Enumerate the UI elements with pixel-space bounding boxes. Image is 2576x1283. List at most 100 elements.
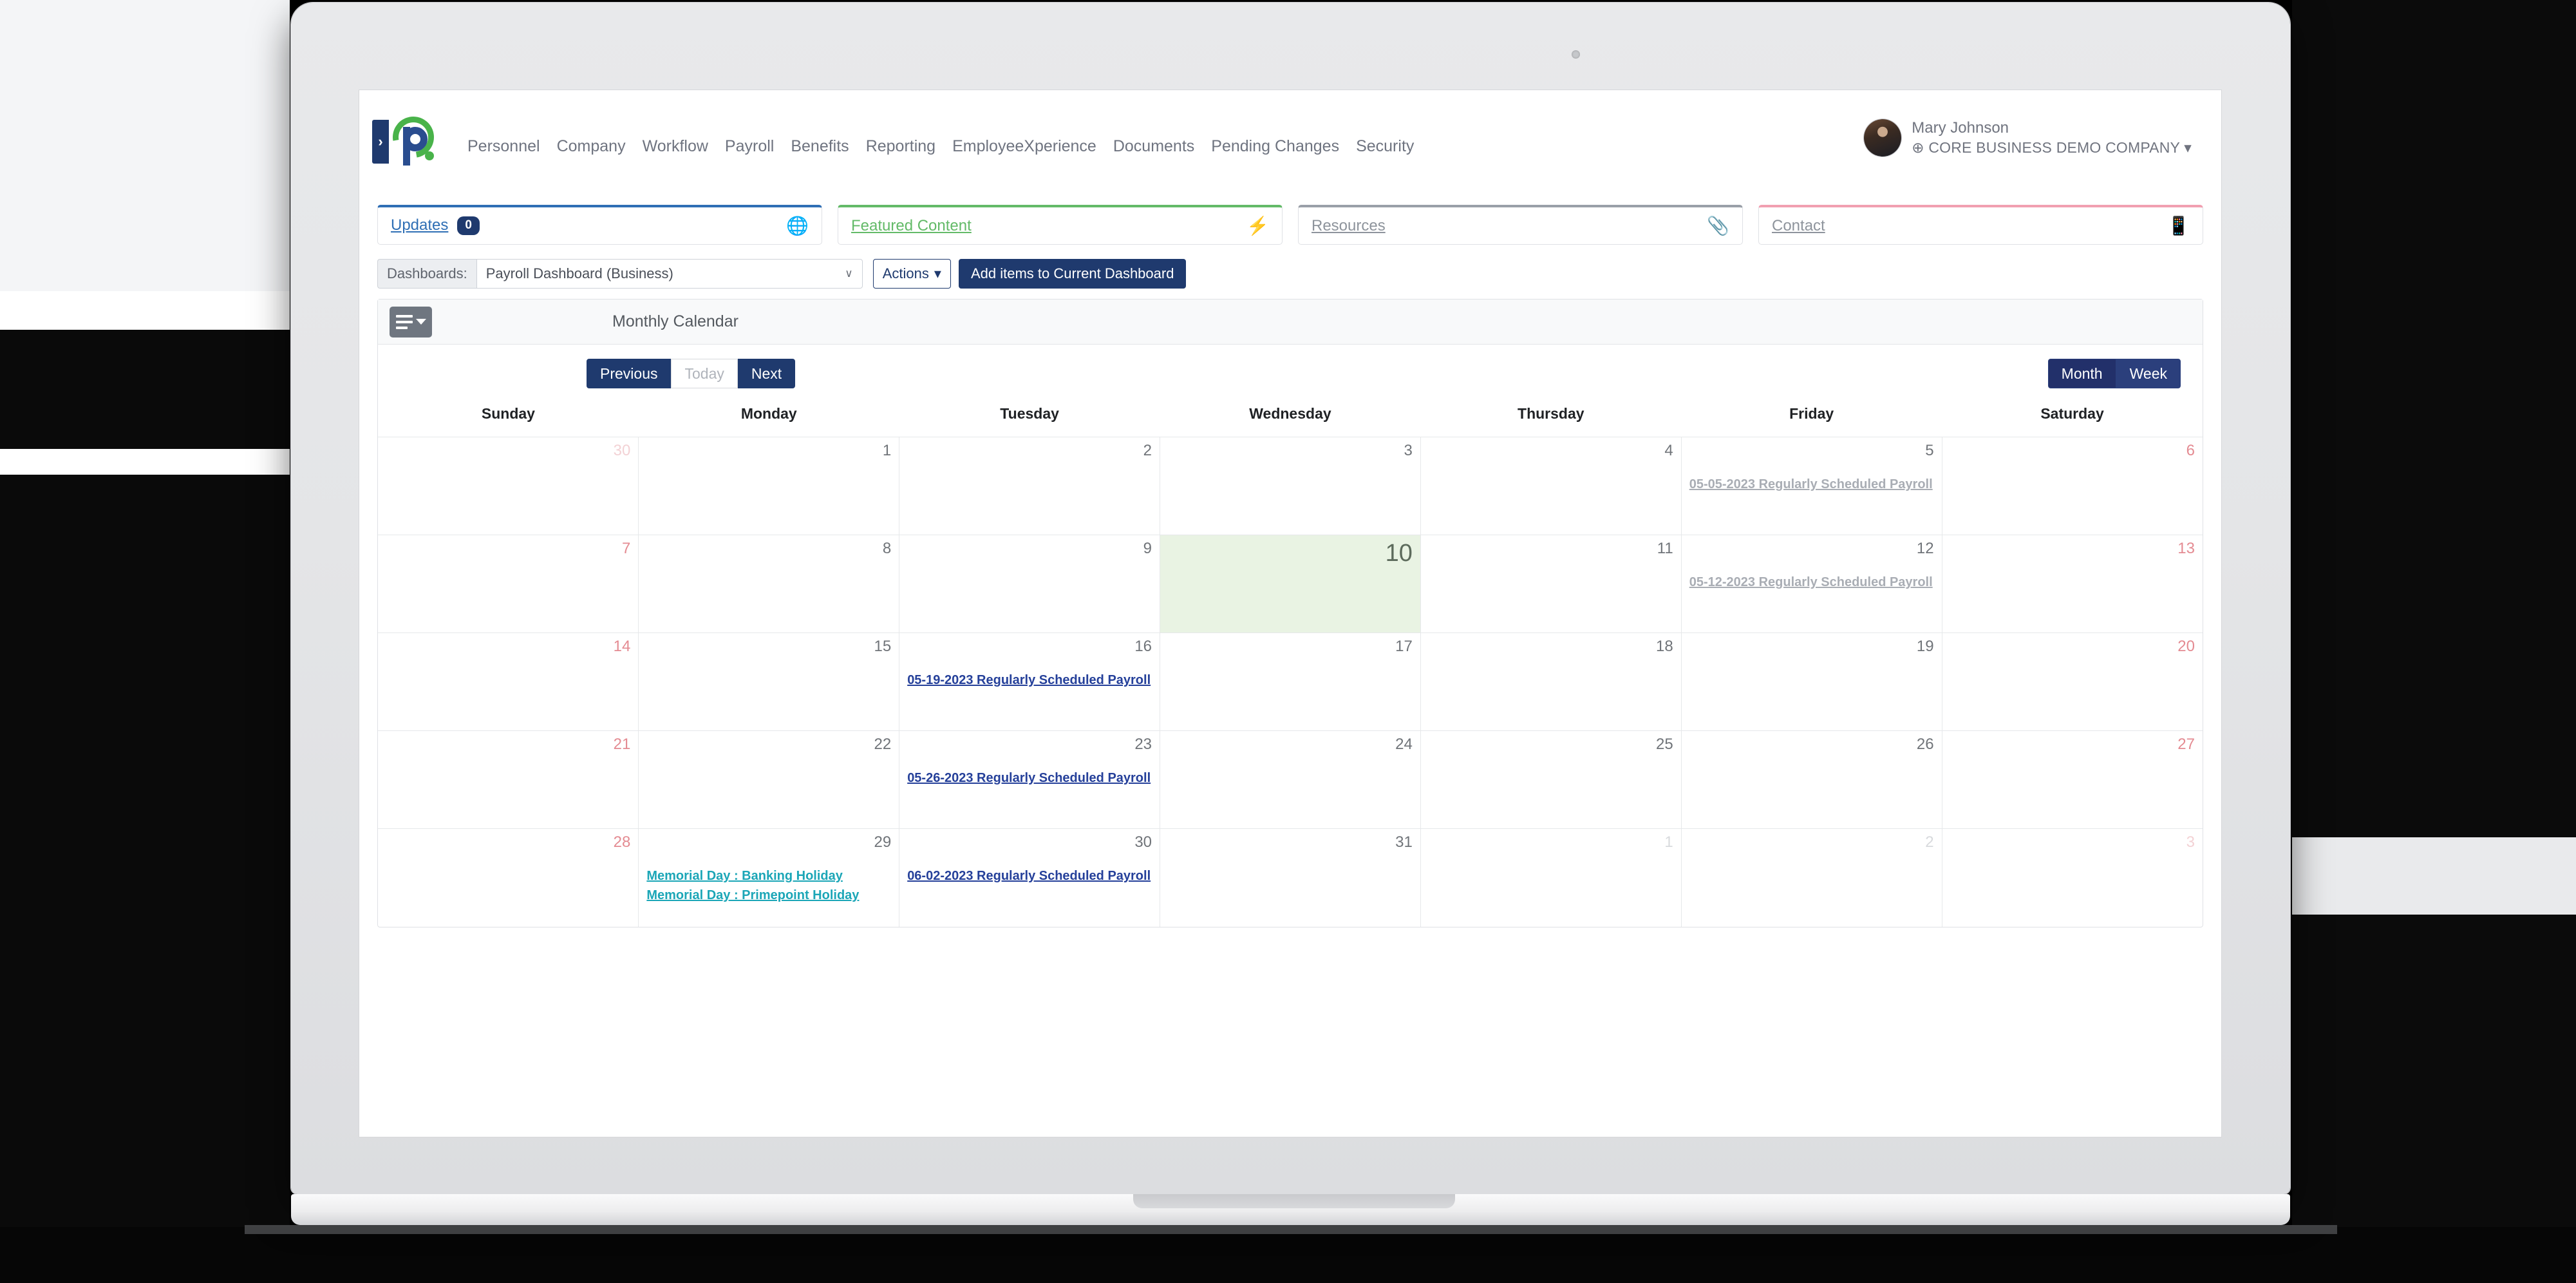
calendar-day-cell[interactable]: 22: [638, 730, 900, 829]
calendar-day-cell[interactable]: 15: [638, 632, 900, 731]
day-number: 8: [882, 540, 892, 557]
calendar-day-cell[interactable]: 5 05-05-2023 Regularly Scheduled Payroll: [1680, 437, 1942, 535]
nav-item-documents[interactable]: Documents: [1113, 137, 1194, 156]
panel-updates[interactable]: Updates 0 🌐: [377, 205, 822, 245]
calendar-day-cell[interactable]: 20: [1941, 632, 2203, 731]
calendar-day-cell[interactable]: 2: [899, 437, 1161, 535]
calendar-day-cell[interactable]: 24: [1160, 730, 1421, 829]
calendar-day-cell[interactable]: 19: [1680, 632, 1942, 731]
calendar-day-cell[interactable]: 18: [1420, 632, 1682, 731]
calendar-day-cell[interactable]: 30 06-02-2023 Regularly Scheduled Payroll: [899, 828, 1161, 927]
dashboard-select[interactable]: Payroll Dashboard (Business) ∨: [476, 259, 863, 289]
day-number: 17: [1395, 638, 1413, 655]
day-number: 5: [1925, 442, 1934, 459]
day-events: 05-12-2023 Regularly Scheduled Payroll: [1689, 574, 1934, 592]
background-band: [2292, 0, 2576, 837]
day-events: 05-19-2023 Regularly Scheduled Payroll: [907, 672, 1152, 690]
calendar-day-cell[interactable]: 13: [1941, 535, 2203, 633]
calendar-day-cell[interactable]: 8: [638, 535, 900, 633]
calendar-day-cell[interactable]: 3: [1160, 437, 1421, 535]
calendar-day-cell[interactable]: 27: [1941, 730, 2203, 829]
calendar-day-cell[interactable]: 11: [1420, 535, 1682, 633]
calendar-event-link[interactable]: 06-02-2023 Regularly Scheduled Payroll: [907, 868, 1152, 886]
calendar-day-cell[interactable]: 30: [378, 437, 639, 535]
panel-contact[interactable]: Contact 📱: [1758, 205, 2203, 245]
panel-contact-label: Contact: [1772, 216, 1825, 234]
nav-item-benefits[interactable]: Benefits: [791, 137, 849, 156]
week-view-button[interactable]: Week: [2116, 359, 2181, 388]
nav-item-payroll[interactable]: Payroll: [725, 137, 774, 156]
background-band: [0, 1227, 2576, 1283]
calendar-day-cell[interactable]: 2: [1680, 828, 1942, 927]
user-menu[interactable]: Mary Johnson ⊕ CORE BUSINESS DEMO COMPAN…: [1864, 119, 2192, 157]
calendar-day-cell[interactable]: 28: [378, 828, 639, 927]
calendar-day-cell[interactable]: 23 05-26-2023 Regularly Scheduled Payroll: [899, 730, 1161, 829]
calendar-event-link[interactable]: 05-26-2023 Regularly Scheduled Payroll: [907, 770, 1152, 788]
day-number: 31: [1395, 833, 1413, 851]
chevron-down-icon: [415, 319, 426, 325]
nav-item-reporting[interactable]: Reporting: [866, 137, 935, 156]
previous-button[interactable]: Previous: [587, 359, 672, 388]
nav-item-pending-changes[interactable]: Pending Changes: [1211, 137, 1339, 156]
calendar-day-cell[interactable]: 6: [1941, 437, 2203, 535]
logo-mark-icon: [384, 108, 442, 169]
calendar-body: 30 1 2 3 4 5 05-05-2023 Regularly Scheduled Pa…: [378, 437, 2203, 927]
day-number: 27: [2177, 736, 2195, 753]
panel-featured-content[interactable]: Featured Content ⚡: [838, 205, 1283, 245]
laptop-screen: › Personnel Company Workflow Payroll Ben…: [359, 90, 2221, 1137]
calendar-day-cell[interactable]: 14: [378, 632, 639, 731]
calendar-event-link[interactable]: 05-19-2023 Regularly Scheduled Payroll: [907, 672, 1152, 690]
dashboard-select-value: Payroll Dashboard (Business): [485, 265, 673, 281]
calendar-event-link[interactable]: Memorial Day : Primepoint Holiday: [646, 887, 891, 905]
lightning-icon: ⚡: [1246, 215, 1269, 236]
calendar-day-cell[interactable]: 4: [1420, 437, 1682, 535]
calendar-day-cell[interactable]: 17: [1160, 632, 1421, 731]
monthly-calendar-widget: Monthly Calendar Previous Today Next Mon…: [377, 299, 2203, 927]
calendar-day-cell[interactable]: 7: [378, 535, 639, 633]
list-menu-icon[interactable]: [390, 306, 432, 337]
main-nav: Personnel Company Workflow Payroll Benef…: [467, 137, 1414, 156]
calendar-day-cell[interactable]: 21: [378, 730, 639, 829]
day-number: 10: [1385, 540, 1413, 567]
day-header-tuesday: Tuesday: [1000, 405, 1059, 422]
chevron-down-icon: ▾: [2184, 138, 2192, 156]
calendar-header-row: Sunday Monday Tuesday Wednesday Thursday…: [378, 405, 2203, 437]
calendar-day-cell[interactable]: 31: [1160, 828, 1421, 927]
nav-item-employeexperience[interactable]: EmployeeXperience: [952, 137, 1096, 156]
day-number: 28: [613, 833, 631, 851]
calendar-week-row: 14 15 16 05-19-2023 Regularly Scheduled Pay…: [378, 632, 2203, 731]
webcam-icon: [1572, 50, 1580, 59]
day-number: 14: [613, 638, 631, 655]
scene: › Personnel Company Workflow Payroll Ben…: [0, 0, 2576, 1283]
calendar-day-cell[interactable]: 1: [1420, 828, 1682, 927]
calendar-week-row: 21 22 23 05-26-2023 Regularly Scheduled Pay…: [378, 730, 2203, 829]
add-items-button[interactable]: Add items to Current Dashboard: [958, 259, 1187, 289]
calendar-day-cell[interactable]: 10: [1160, 535, 1421, 633]
calendar-event-link[interactable]: 05-12-2023 Regularly Scheduled Payroll: [1689, 574, 1934, 592]
calendar-day-cell[interactable]: 16 05-19-2023 Regularly Scheduled Payroll: [899, 632, 1161, 731]
nav-item-personnel[interactable]: Personnel: [467, 137, 540, 156]
calendar-event-link[interactable]: Memorial Day : Banking Holiday: [646, 868, 891, 886]
calendar-day-cell[interactable]: 9: [899, 535, 1161, 633]
calendar-event-link[interactable]: 05-05-2023 Regularly Scheduled Payroll: [1689, 476, 1934, 494]
app-logo[interactable]: ›: [372, 108, 442, 169]
panel-resources[interactable]: Resources 📎: [1298, 205, 1743, 245]
calendar-day-cell[interactable]: 3: [1941, 828, 2203, 927]
nav-item-company[interactable]: Company: [557, 137, 626, 156]
nav-item-workflow[interactable]: Workflow: [643, 137, 708, 156]
day-number: 6: [2186, 442, 2195, 459]
background-band: [2292, 837, 2576, 915]
month-view-button[interactable]: Month: [2047, 359, 2116, 388]
trackpad-notch: [1133, 1194, 1455, 1208]
quick-panels: Updates 0 🌐 Featured Content ⚡ Resources…: [359, 193, 2221, 254]
calendar-day-cell[interactable]: 26: [1680, 730, 1942, 829]
actions-button[interactable]: Actions ▾: [872, 259, 951, 289]
today-button[interactable]: Today: [671, 359, 738, 388]
nav-item-security[interactable]: Security: [1356, 137, 1414, 156]
calendar-day-cell[interactable]: 29 Memorial Day : Banking Holiday Memorial…: [638, 828, 900, 927]
calendar-day-cell[interactable]: 25: [1420, 730, 1682, 829]
calendar-day-cell[interactable]: 12 05-12-2023 Regularly Scheduled Payroll: [1680, 535, 1942, 633]
day-events: Memorial Day : Banking Holiday Memorial D…: [646, 868, 891, 904]
calendar-day-cell[interactable]: 1: [638, 437, 900, 535]
next-button[interactable]: Next: [737, 359, 796, 388]
